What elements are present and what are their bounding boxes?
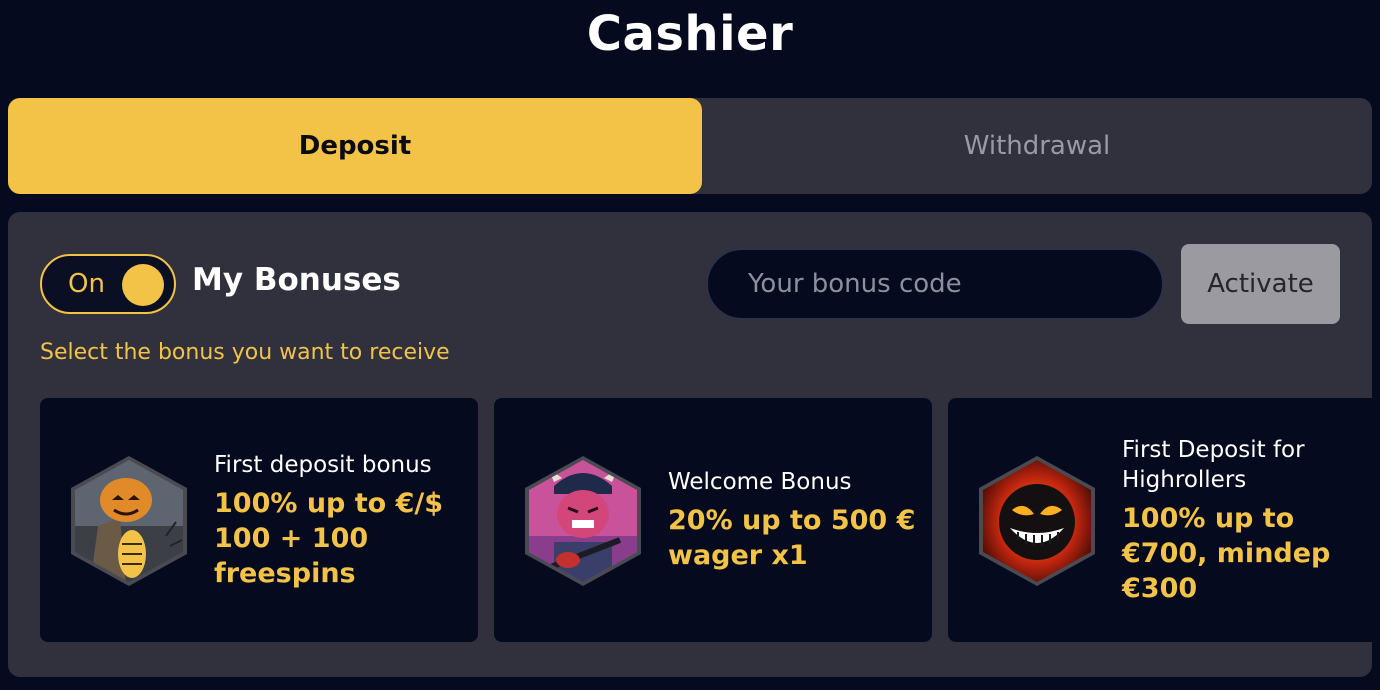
tab-deposit[interactable]: Deposit <box>8 98 702 194</box>
card-title: First Deposit for Highrollers <box>1122 436 1305 493</box>
toggle-label: On <box>68 269 105 299</box>
card-title: First deposit bonus <box>214 451 432 478</box>
toggle-knob <box>122 264 164 306</box>
tab-withdrawal[interactable]: Withdrawal <box>702 98 1372 194</box>
card-title: Welcome Bonus <box>668 469 852 495</box>
my-bonuses-title: My Bonuses <box>192 262 401 298</box>
bonus-card-first-deposit[interactable]: First deposit bonus 100% up to €/$ 100 +… <box>40 398 478 642</box>
card-description: 20% up to 500 € wager x1 <box>668 505 916 571</box>
activate-button[interactable]: Activate <box>1181 244 1340 324</box>
evil-face-icon <box>979 456 1095 586</box>
card-text: First Deposit for Highrollers 100% up to… <box>1122 398 1352 642</box>
bonus-card-welcome[interactable]: Welcome Bonus 20% up to 500 € wager x1 <box>494 398 932 642</box>
bonus-card-highrollers[interactable]: First Deposit for Highrollers 100% up to… <box>948 398 1372 642</box>
pumpkin-scarecrow-icon <box>71 456 187 586</box>
bonus-hint: Select the bonus you want to receive <box>40 340 450 365</box>
card-text: Welcome Bonus 20% up to 500 € wager x1 <box>668 398 918 642</box>
card-description: 100% up to €/$ 100 + 100 freespins <box>214 487 444 589</box>
bonus-code-input[interactable] <box>706 248 1164 320</box>
page-title: Cashier <box>586 6 794 62</box>
cashier-tabs: Deposit Withdrawal <box>8 98 1372 194</box>
card-text: First deposit bonus 100% up to €/$ 100 +… <box>214 398 464 642</box>
bonus-panel: On My Bonuses Activate Select the bonus … <box>8 212 1372 677</box>
card-description: 100% up to €700, mindep €300 <box>1122 502 1331 604</box>
devil-guitarist-icon <box>525 456 641 586</box>
bonuses-toggle[interactable]: On <box>40 254 176 314</box>
